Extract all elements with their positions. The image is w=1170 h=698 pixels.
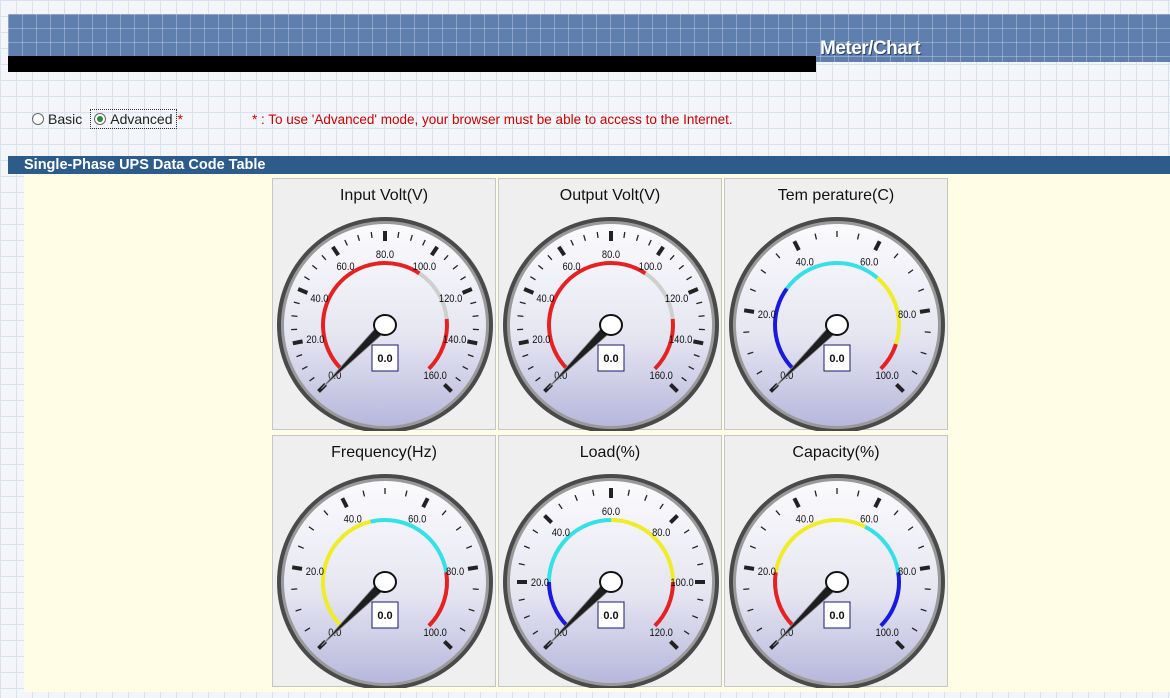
gauge-major-tick: [466, 339, 478, 346]
gauge-panel-capacity: Capacity(%) 0.020.040.060.080.0100.00.0: [724, 435, 948, 688]
gauge-major-tick: [692, 339, 704, 346]
gauge-panel-frequency: Frequency(Hz) 0.020.040.060.080.0100.00.…: [272, 435, 496, 688]
gauge-tick-label: 140.0: [443, 334, 467, 346]
gauge-tick-label: 120.0: [650, 628, 674, 640]
gauge-tick-label: 100.0: [424, 628, 448, 640]
gauge-tick-label: 100.0: [670, 577, 694, 589]
gauge-tick-label: 20.0: [758, 566, 776, 578]
gauge-needle-hub: [825, 314, 849, 336]
gauge-tick-label: 20.0: [306, 334, 324, 346]
gauge-load: 0.020.040.060.080.0100.0120.00.0: [503, 474, 719, 688]
gauge-frequency: 0.020.040.060.080.0100.00.0: [277, 474, 493, 688]
gauge-panel-input-volt: Input Volt(V) 0.020.040.060.080.0100.012…: [272, 178, 496, 431]
gauge-tick-label: 20.0: [532, 334, 550, 346]
gauge-tick-label: 20.0: [306, 566, 324, 578]
gauge-minor-tick: [291, 315, 298, 318]
header-banner: [8, 14, 1170, 62]
gauge-capacity: 0.020.040.060.080.0100.00.0: [729, 474, 945, 688]
advanced-mode-note: * : To use 'Advanced' mode, your browser…: [252, 112, 733, 127]
gauge-temperature: 0.020.040.060.080.0100.00.0: [729, 217, 945, 431]
advanced-label[interactable]: Advanced: [110, 111, 172, 127]
gauge-readout-value: 0.0: [377, 353, 392, 365]
gauge-tick-label: 80.0: [602, 249, 620, 261]
gauge-needle-hub: [599, 571, 623, 593]
gauge-readout-value: 0.0: [603, 610, 618, 622]
gauge-tick-label: 40.0: [552, 527, 570, 539]
gauge-tick-label: 100.0: [639, 261, 663, 273]
gauge-tick-label: 140.0: [669, 334, 693, 346]
gauge-tick-label: 120.0: [439, 293, 463, 305]
gauge-major-tick: [518, 339, 530, 346]
advanced-option[interactable]: Advanced: [90, 109, 177, 129]
gauge-tick-label: 60.0: [336, 261, 354, 273]
gauge-tick-label: 40.0: [344, 514, 362, 526]
gauge-major-tick: [291, 565, 303, 571]
gauge-tick-label: 20.0: [758, 309, 776, 321]
gauge-major-tick: [919, 308, 931, 314]
gauge-major-tick: [743, 308, 755, 314]
gauge-tick-label: 80.0: [898, 566, 916, 578]
gauge-panel-temperature: Tem perature(C) 0.020.040.060.080.0100.0…: [724, 178, 948, 431]
gauge-readout-value: 0.0: [829, 610, 844, 622]
gauge-tick-label: 160.0: [424, 371, 448, 383]
gauge-tick-label: 100.0: [876, 628, 900, 640]
gauge-major-tick: [467, 565, 479, 571]
advanced-radio[interactable]: [94, 113, 107, 125]
page-title: Meter/Chart: [820, 38, 921, 59]
gauge-minor-tick: [623, 231, 626, 239]
gauge-panel-output-volt: Output Volt(V) 0.020.040.060.080.0100.01…: [498, 178, 722, 431]
gauge-minor-tick: [472, 315, 479, 318]
gauge-tick-label: 40.0: [310, 293, 328, 305]
gauge-readout-value: 0.0: [603, 353, 618, 365]
gauge-minor-tick: [698, 315, 705, 318]
gauge-tick-label: 160.0: [650, 371, 674, 383]
gauge-needle-hub: [825, 571, 849, 593]
advanced-asterisk: *: [177, 111, 183, 127]
section-title: Single-Phase UPS Data Code Table: [8, 156, 1170, 174]
gauge-tick-label: 60.0: [860, 514, 878, 526]
gauge-major-tick: [743, 565, 755, 571]
gauge-tick-label: 80.0: [652, 527, 670, 539]
gauge-tick-label: 100.0: [876, 371, 900, 383]
gauge-needle-hub: [373, 571, 397, 593]
gauge-tick-label: 60.0: [408, 514, 426, 526]
gauge-tick-label: 80.0: [898, 309, 916, 321]
radio-selected-dot: [97, 116, 104, 122]
gauge-tick-label: 100.0: [413, 261, 437, 273]
gauge-minor-tick: [596, 231, 599, 239]
gauge-minor-tick: [397, 231, 400, 239]
gauge-minor-tick: [370, 231, 373, 239]
gauge-input-volt: 0.020.040.060.080.0100.0120.0140.0160.00…: [277, 217, 493, 431]
gauge-major-tick: [292, 339, 304, 346]
gauge-major-tick: [919, 565, 931, 571]
gauge-panel-load: Load(%) 0.020.040.060.080.0100.0120.00.0: [498, 435, 722, 688]
gauge-minor-tick: [517, 315, 524, 318]
gauge-tick-label: 60.0: [602, 506, 620, 518]
gauge-tick-label: 40.0: [536, 293, 554, 305]
gauge-tick-label: 80.0: [376, 249, 394, 261]
basic-label[interactable]: Basic: [48, 111, 82, 127]
gauge-tick-label: 20.0: [531, 577, 549, 589]
gauge-readout-value: 0.0: [829, 353, 844, 365]
gauge-output-volt: 0.020.040.060.080.0100.0120.0140.0160.00…: [503, 217, 719, 431]
mode-selector: Basic Advanced *: [32, 108, 183, 130]
gauge-needle-hub: [373, 314, 397, 336]
basic-radio[interactable]: [32, 113, 44, 125]
gauge-tick-label: 80.0: [446, 566, 464, 578]
gauge-tick-label: 60.0: [562, 261, 580, 273]
gauge-tick-label: 120.0: [665, 293, 689, 305]
gauge-tick-label: 60.0: [860, 257, 878, 269]
header-bar: [8, 56, 816, 72]
gauge-needle-hub: [599, 314, 623, 336]
gauge-tick-label: 40.0: [796, 514, 814, 526]
gauge-tick-label: 40.0: [796, 257, 814, 269]
gauge-readout-value: 0.0: [377, 610, 392, 622]
